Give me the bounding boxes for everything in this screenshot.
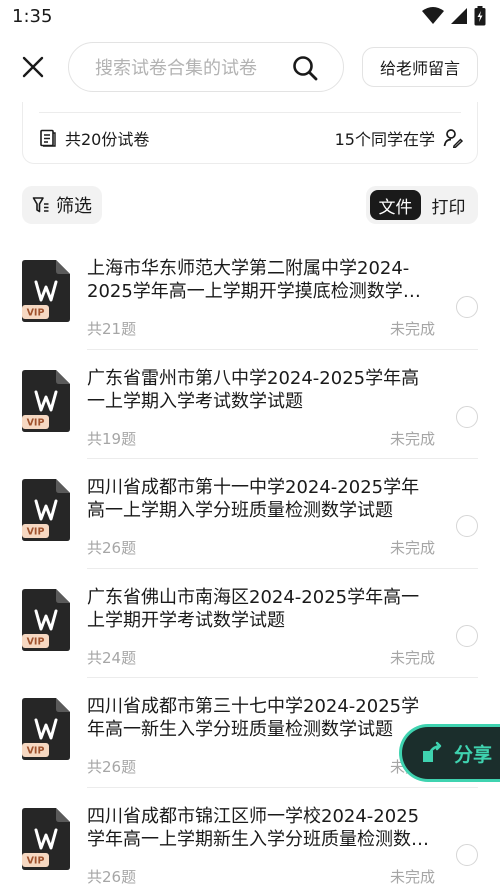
mode-toggle: 文件 打印 xyxy=(366,186,478,224)
item-status: 未完成 xyxy=(389,867,435,886)
search-placeholder: 搜索试卷合集的试卷 xyxy=(95,58,257,79)
share-button[interactable]: 分享 xyxy=(399,724,500,782)
list-item[interactable]: VIP 四川省成都市第十一中学2024-2025学年高一上学期入学分班质量检测数… xyxy=(0,459,500,569)
collection-info-card: 共20份试卷 15个同学在学 xyxy=(22,102,478,164)
word-document-icon: VIP xyxy=(22,698,70,760)
item-title: 四川省成都市第三十七中学2024-2025学年高一新生入学分班质量检测数学试题 xyxy=(87,696,420,740)
filter-label: 筛选 xyxy=(56,196,92,217)
word-document-icon: VIP xyxy=(22,807,70,870)
word-document-icon: VIP xyxy=(22,260,70,322)
search-icon[interactable] xyxy=(291,54,319,82)
vip-badge: VIP xyxy=(27,308,45,319)
item-question-count: 共19题 xyxy=(87,429,137,448)
vip-badge: VIP xyxy=(27,746,45,757)
document-list-icon xyxy=(40,129,56,147)
list-item[interactable]: VIP 上海市华东师范大学第二附属中学2024-2025学年高一上学期开学摸底检… xyxy=(0,240,500,350)
paper-list: VIP 上海市华东师范大学第二附属中学2024-2025学年高一上学期开学摸底检… xyxy=(0,240,500,889)
item-question-count: 共26题 xyxy=(87,758,137,776)
paper-count: 共20份试卷 xyxy=(39,126,149,150)
item-title: 广东省雷州市第八中学2024-2025学年高一上学期入学考试数学试题 xyxy=(87,367,420,412)
message-teacher-button[interactable]: 给老师留言 xyxy=(362,47,478,87)
info-divider xyxy=(39,112,461,113)
learners-count-label: 15个同学在学 xyxy=(334,130,435,149)
word-document-icon: VIP xyxy=(22,588,70,651)
vip-badge: VIP xyxy=(27,855,45,866)
item-title: 上海市华东师范大学第二附属中学2024-2025学年高一上学期开学摸底检测数学试… xyxy=(87,258,421,302)
item-select-radio[interactable] xyxy=(456,515,478,537)
item-select-radio[interactable] xyxy=(456,296,478,318)
item-select-radio[interactable] xyxy=(456,624,478,647)
item-title: 广东省佛山市南海区2024-2025学年高一上学期开学考试数学试题 xyxy=(87,586,420,631)
vip-badge: VIP xyxy=(27,636,45,647)
close-icon xyxy=(22,56,44,78)
tab-file[interactable]: 文件 xyxy=(370,190,421,220)
item-status: 未完成 xyxy=(389,648,435,667)
user-edit-icon xyxy=(443,129,463,148)
item-status: 未完成 xyxy=(389,429,435,448)
item-status: 未完成 xyxy=(389,320,435,338)
item-question-count: 共26题 xyxy=(87,539,137,557)
item-title: 四川省成都市第十一中学2024-2025学年高一上学期入学分班质量检测数学试题 xyxy=(87,477,420,521)
item-status: 未完成 xyxy=(389,539,435,557)
item-select-radio[interactable] xyxy=(456,843,478,866)
list-item[interactable]: VIP 四川省成都市锦江区师一学校2024-2025学年高一上学期新生入学分班质… xyxy=(0,788,500,889)
filter-icon xyxy=(32,197,49,213)
item-question-count: 共24题 xyxy=(87,648,137,667)
wifi-icon xyxy=(422,7,444,24)
tab-print[interactable]: 打印 xyxy=(423,190,474,220)
list-item[interactable]: VIP 广东省雷州市第八中学2024-2025学年高一上学期入学考试数学试题 共… xyxy=(0,350,500,459)
word-document-icon: VIP xyxy=(22,479,70,541)
paper-count-label: 共20份试卷 xyxy=(65,130,150,149)
search-input[interactable]: 搜索试卷合集的试卷 xyxy=(68,42,344,92)
item-select-radio[interactable] xyxy=(456,405,478,428)
word-document-icon: VIP xyxy=(22,369,70,432)
learners-count[interactable]: 15个同学在学 xyxy=(335,126,463,150)
item-title: 四川省成都市锦江区师一学校2024-2025学年高一上学期新生入学分班质量检测数… xyxy=(87,805,429,850)
vip-badge: VIP xyxy=(27,527,45,538)
share-label: 分享 xyxy=(454,743,493,766)
close-button[interactable] xyxy=(18,52,48,82)
item-question-count: 共26题 xyxy=(87,867,137,886)
list-item[interactable]: VIP 广东省佛山市南海区2024-2025学年高一上学期开学考试数学试题 共2… xyxy=(0,569,500,678)
battery-icon xyxy=(474,6,486,26)
status-time: 1:35 xyxy=(12,6,53,27)
status-icons xyxy=(422,6,486,26)
vip-badge: VIP xyxy=(27,417,45,428)
filter-button[interactable]: 筛选 xyxy=(22,186,102,224)
header: 搜索试卷合集的试卷 给老师留言 xyxy=(0,40,500,94)
share-icon xyxy=(423,741,442,762)
status-bar: 1:35 xyxy=(0,0,500,34)
signal-icon xyxy=(451,8,467,24)
item-question-count: 共21题 xyxy=(87,320,137,338)
